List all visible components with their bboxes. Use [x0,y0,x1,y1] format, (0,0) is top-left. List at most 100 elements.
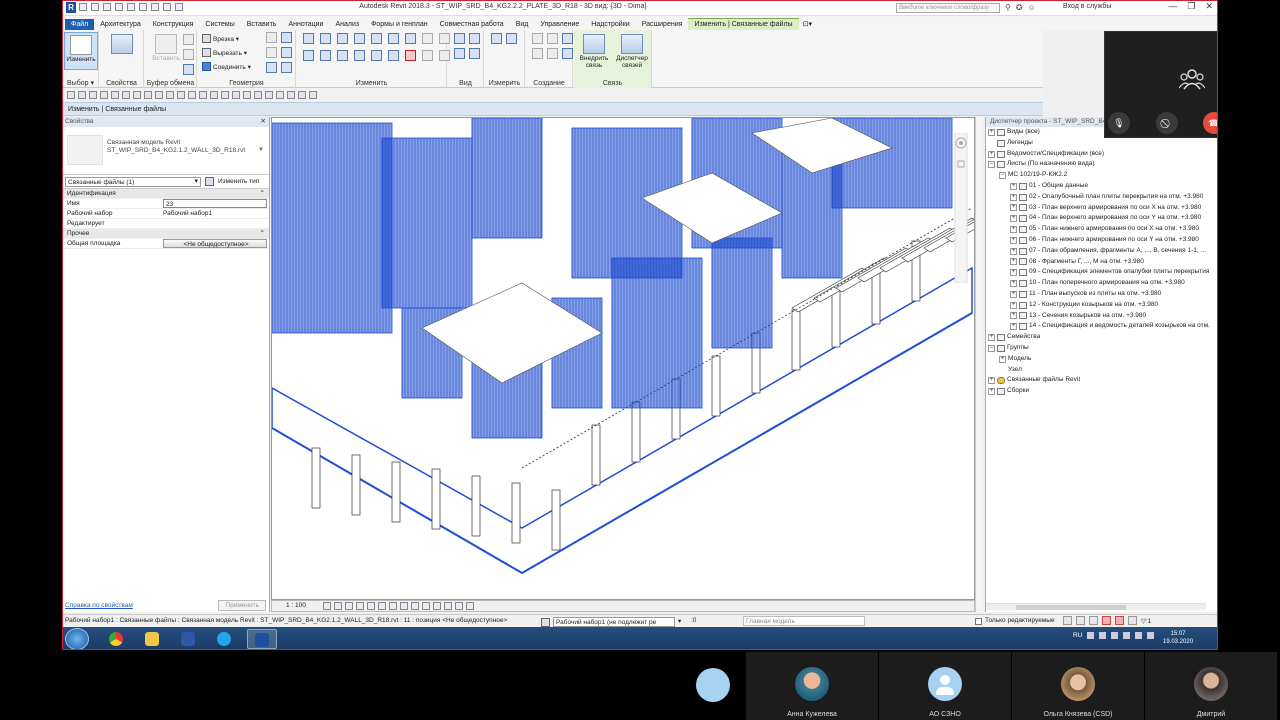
drag-elements-icon[interactable] [1115,616,1124,625]
properties-close-icon[interactable]: ✕ [261,117,266,127]
tab-14[interactable]: ⊡▾ [799,18,816,30]
edit-type-icon[interactable] [205,177,214,186]
tab-1[interactable]: Архитектура [94,19,147,30]
taskbar-explorer[interactable] [137,629,167,649]
constraints-icon[interactable] [465,602,474,610]
browser-node[interactable]: +10 - План поперечного армирования на от… [986,278,1217,289]
browser-node[interactable]: +07 - План обрамления, фрагменты А, ...,… [986,246,1217,257]
tab-3[interactable]: Системы [199,19,240,30]
browser-node[interactable]: +05 - План нижнего армирования по оси X … [986,224,1217,235]
collapse-icon[interactable]: ⌃ [260,229,265,239]
modify-button[interactable]: Изменить [64,32,98,70]
geom-icon-3[interactable] [266,47,277,58]
tool-icon-13[interactable] [199,91,207,99]
redo-icon[interactable] [127,3,135,11]
browser-node[interactable]: Легенды [986,138,1217,149]
browser-node[interactable]: +08 - Фрагменты Г, ..., М на отм. +3.980 [986,257,1217,268]
browser-node[interactable]: + Ведомости/Спецификации (все) [986,149,1217,160]
property-value[interactable]: <Не общедоступное> [163,239,267,248]
tray-volume-icon[interactable] [1123,632,1131,639]
tab-7[interactable]: Формы и генплан [365,19,434,30]
mirror-draw-icon[interactable] [354,33,365,44]
expand-icon[interactable]: + [988,388,995,396]
dimension-icon[interactable] [506,33,517,44]
array-icon[interactable] [371,50,382,61]
tool-icon-2[interactable] [78,91,86,99]
expand-icon[interactable]: + [1010,182,1017,190]
tool-icon-12[interactable] [188,91,196,99]
tool-icon-7[interactable] [133,91,141,99]
worksharing-icon[interactable] [432,602,441,610]
tray-arrow-icon[interactable] [1087,632,1095,639]
expand-icon[interactable]: + [1010,280,1017,288]
start-button[interactable] [65,628,89,649]
show-crop-icon[interactable] [388,602,397,610]
tool-icon-4[interactable] [100,91,108,99]
collapse-icon[interactable]: − [988,344,995,352]
tray-app-icon[interactable] [1135,632,1143,639]
cut-geometry-button[interactable]: Вырезать ▾ [202,47,247,58]
select-dropdown[interactable]: Выбор ▾ [63,79,98,87]
create-icon-6[interactable] [562,48,573,59]
select-pinned-icon[interactable] [1089,616,1098,625]
select-by-face-icon[interactable] [1102,616,1111,625]
user-icon[interactable]: ☺ [1028,3,1036,12]
expand-icon[interactable]: + [1010,215,1017,223]
tab-9[interactable]: Вид [510,19,535,30]
tool-icon-22[interactable] [298,91,306,99]
view-icon-3[interactable] [454,48,465,59]
measure-icon[interactable] [151,3,159,11]
participant-tile[interactable]: Ольга Князева (CSD) [1012,652,1144,720]
maximize-button[interactable]: ❐ [1187,1,1195,12]
expand-icon[interactable]: + [1010,269,1017,277]
expand-icon[interactable]: + [1010,204,1017,212]
property-value[interactable]: 23 [163,199,267,208]
group-other[interactable]: Прочее ⌃ [63,229,269,239]
pin-icon[interactable] [405,33,416,44]
viewport-scrollbar[interactable] [975,117,983,612]
tool-icon-1[interactable] [67,91,75,99]
tab-12[interactable]: Расширения [636,19,689,30]
browser-node[interactable]: + Сборки [986,386,1217,397]
tool-icon-17[interactable] [243,91,251,99]
split-icon[interactable] [371,33,382,44]
tab-2[interactable]: Конструкция [147,19,200,30]
tray-network-icon[interactable] [1099,632,1107,639]
binoculars-icon[interactable]: ⚲ [1005,3,1011,12]
tab-8[interactable]: Совместная работа [434,19,510,30]
3d-viewport[interactable] [271,117,975,600]
microphone-button[interactable]: 🎙 [1108,112,1130,134]
browser-node[interactable]: +01 - Общие данные [986,181,1217,192]
rotate-icon[interactable] [337,50,348,61]
sign-in-button[interactable]: Вход в службы [1063,3,1111,10]
participant-tile[interactable]: Анна Кужелева [746,652,878,720]
view-scale[interactable]: 1 : 100 [286,601,306,611]
expand-icon[interactable]: + [988,150,995,158]
editable-only-checkbox[interactable] [975,617,982,625]
join-button[interactable]: Соединить ▾ [202,61,251,72]
expand-icon[interactable]: + [1010,226,1017,234]
tool-icon-21[interactable] [287,91,295,99]
tool-icon-14[interactable] [210,91,218,99]
navigation-bar[interactable] [954,133,968,283]
scale-icon[interactable] [388,50,399,61]
browser-node[interactable]: + Семейства [986,332,1217,343]
tool-icon-6[interactable] [122,91,130,99]
browser-hscroll-thumb[interactable] [1016,605,1126,610]
browser-node[interactable]: − Листы (По назначению вида) [986,159,1217,170]
browser-node[interactable]: +12 - Конструкции козырьков на отм. +3.9… [986,300,1217,311]
tool-icon-8[interactable] [144,91,152,99]
reveal-hidden-icon[interactable] [421,602,430,610]
active-workset-select[interactable]: Рабочий набор1 (не подлежит ре [553,617,675,627]
move-icon[interactable] [303,50,314,61]
taskbar-skype[interactable] [209,629,239,649]
taskbar-revit[interactable] [247,629,277,649]
expand-icon[interactable]: + [1010,290,1017,298]
type-dropdown-icon[interactable]: ▼ [258,147,264,153]
override-icon[interactable] [469,33,480,44]
properties-button[interactable] [105,32,139,70]
hide-icon[interactable] [454,33,465,44]
subscription-icon[interactable]: ✪ [1016,3,1023,12]
minimize-button[interactable]: — [1168,1,1177,12]
property-value[interactable]: Рабочий набор1 [161,209,269,218]
